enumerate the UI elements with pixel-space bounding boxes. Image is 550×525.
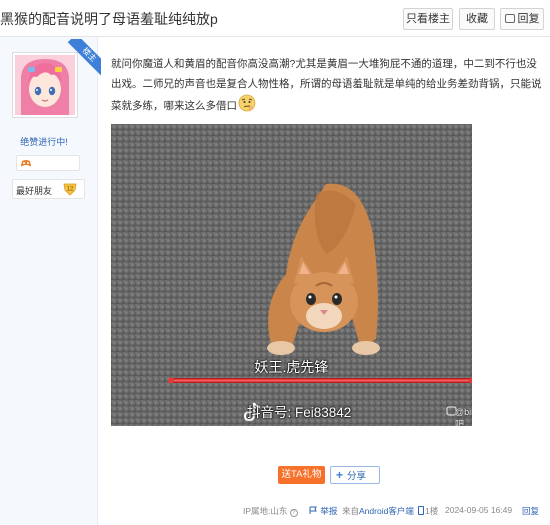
client-link[interactable]: Android客户端 — [359, 506, 414, 516]
gif-watermark: @bilibili吧 — [455, 407, 472, 426]
only-op-button[interactable]: 只看楼主 — [403, 8, 453, 30]
share-button[interactable]: + 分享 — [330, 466, 380, 484]
username-link[interactable]: 绝赞进行中! — [0, 135, 88, 148]
share-button-label: 分享 — [347, 471, 367, 482]
ip-location: IP属地:山东 ? — [243, 505, 298, 517]
floor-number: 1楼 — [425, 506, 439, 516]
post-timestamp: 2024-09-05 16:49 — [445, 505, 513, 515]
badge-row[interactable] — [16, 155, 80, 171]
client-info: 来自Android客户端 — [342, 505, 425, 517]
level-title: 最好朋友 — [16, 186, 53, 196]
phone-icon — [418, 506, 425, 515]
post-text: 就问你魔道人和黄眉的配音你高没高潮?尤其是黄眉一大堆狗屁不通的道理，中二到不行也… — [111, 58, 542, 112]
post-content: 就问你魔道人和黄眉的配音你高没高潮?尤其是黄眉一大堆狗屁不通的道理，中二到不行也… — [111, 54, 547, 116]
reply-icon — [504, 14, 515, 23]
thinking-emoji-icon — [238, 94, 256, 112]
report-label: 举报 — [320, 506, 338, 516]
reply-button-label: 回复 — [517, 13, 540, 25]
thread-header: 黑猴的配音说明了母语羞耻纯纯放p 只看楼主 收藏 回复 — [0, 0, 550, 37]
share-plus-icon: + — [336, 468, 344, 482]
report-link[interactable]: 举报 — [309, 505, 337, 517]
reply-post-link[interactable]: 回复 — [522, 505, 539, 517]
favorite-button[interactable]: 收藏 — [459, 8, 495, 30]
ip-location-text: IP属地:山东 — [243, 506, 288, 516]
send-gift-button[interactable]: 送TA礼物 — [278, 466, 325, 484]
author-sidebar: 楼主 绝赞进行中! 最好朋友 12 — [0, 37, 101, 525]
report-icon — [309, 506, 317, 514]
help-icon: ? — [289, 509, 298, 517]
gif-caption-douyin: 抖音号: Fei83842 — [247, 405, 352, 420]
client-prefix: 来自 — [342, 506, 360, 516]
op-ribbon-label: 楼主 — [67, 39, 101, 77]
level-number: 12 — [67, 187, 74, 193]
post-image[interactable]: 妖王.虎先锋 抖音号: Fei83842 @bilibili吧 — [111, 124, 472, 426]
game-controller-icon — [21, 160, 31, 167]
level-row[interactable]: 最好朋友 12 — [12, 179, 85, 199]
tiger-cat-image — [111, 124, 472, 426]
level-shield-icon: 12 — [63, 183, 77, 196]
reply-button[interactable]: 回复 — [500, 8, 544, 30]
gif-caption-name: 妖王.虎先锋 — [254, 359, 329, 375]
op-ribbon: 楼主 — [61, 39, 101, 79]
thread-title: 黑猴的配音说明了母语羞耻纯纯放p — [0, 11, 218, 27]
